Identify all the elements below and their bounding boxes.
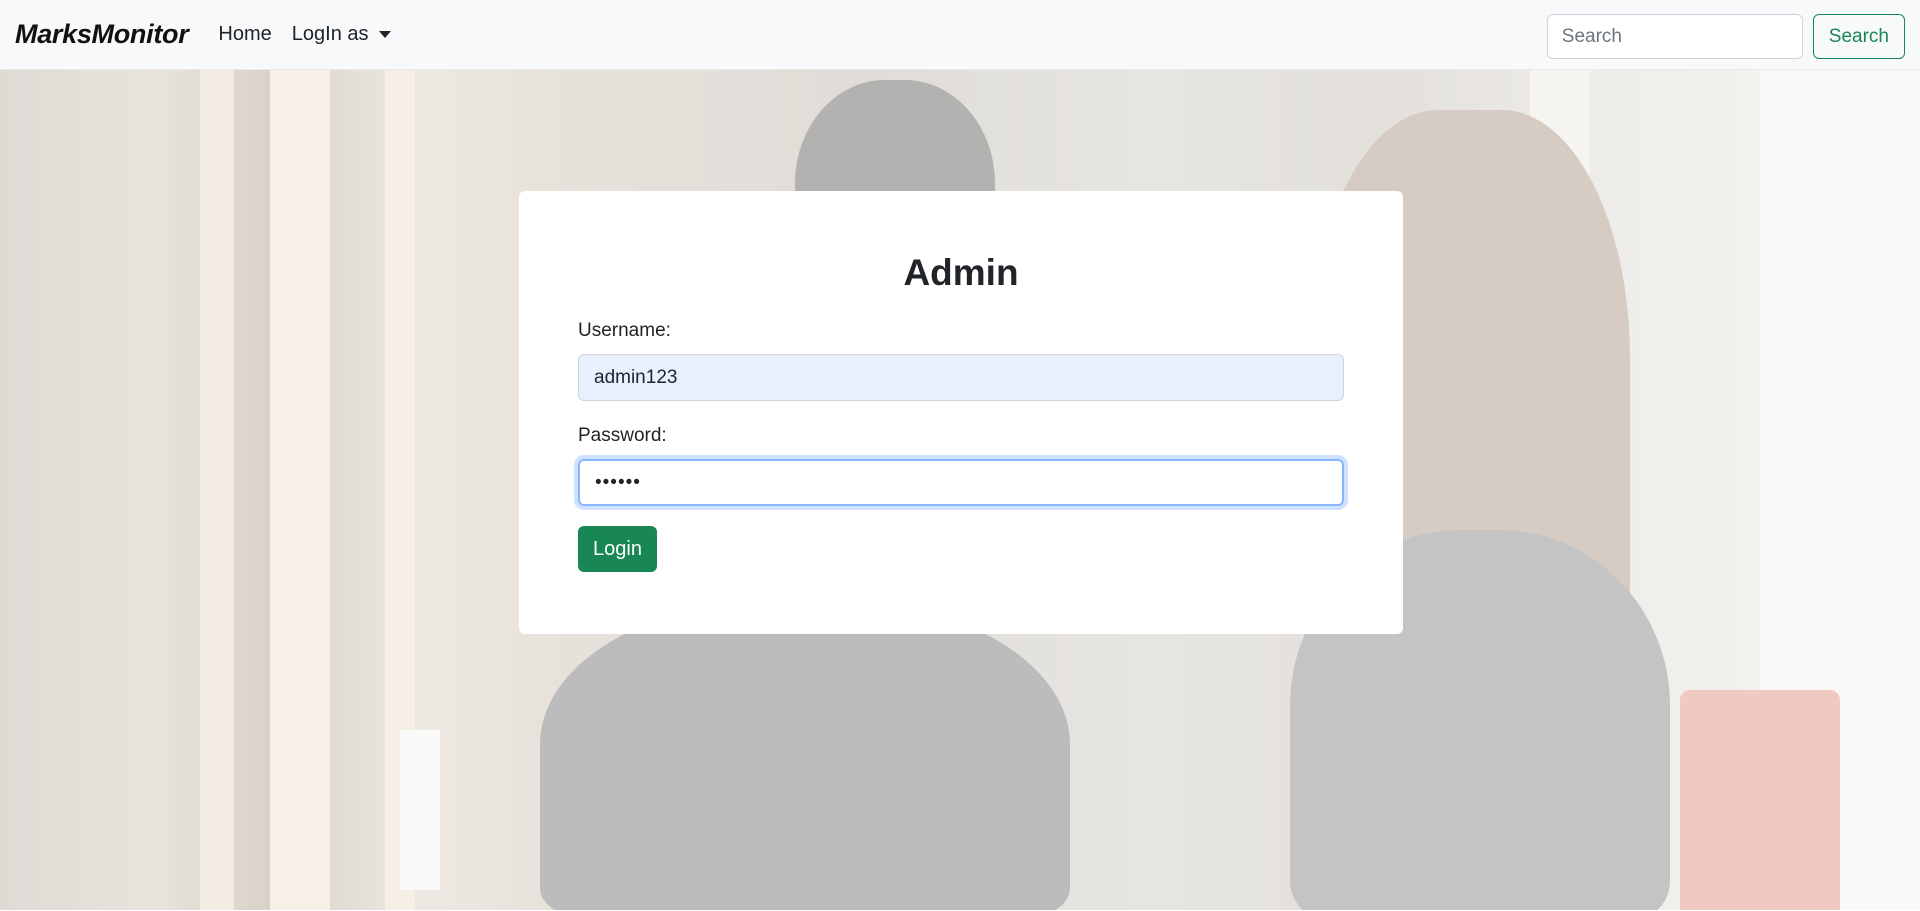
chevron-down-icon <box>378 31 391 38</box>
login-card: Admin Username: Password: Login <box>519 191 1403 634</box>
login-title: Admin <box>903 252 1019 293</box>
login-button[interactable]: Login <box>578 526 657 572</box>
top-navbar: MarksMonitor Home LogIn as Search <box>0 0 1920 70</box>
password-field[interactable] <box>578 459 1344 506</box>
password-label: Password: <box>578 425 667 446</box>
search-form: Search <box>1546 14 1905 59</box>
username-field[interactable] <box>578 354 1344 401</box>
nav-link-home[interactable]: Home <box>218 23 271 46</box>
search-input[interactable] <box>1546 14 1803 59</box>
login-as-dropdown[interactable]: LogIn as <box>292 23 391 46</box>
login-as-label: LogIn as <box>291 23 369 45</box>
brand-logo[interactable]: MarksMonitor <box>15 19 189 50</box>
search-button[interactable]: Search <box>1812 14 1905 59</box>
username-label: Username: <box>578 320 671 341</box>
